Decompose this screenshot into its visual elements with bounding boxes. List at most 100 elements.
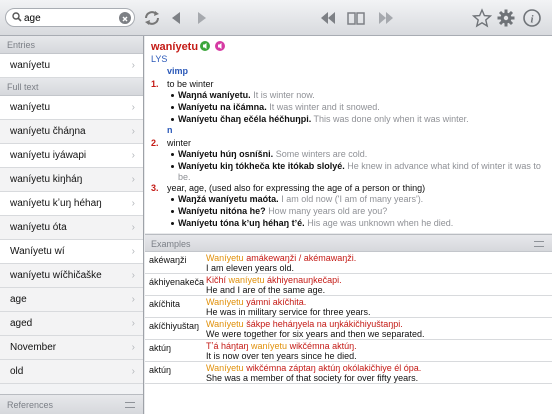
example-headword: akíčhita bbox=[149, 299, 181, 309]
drag-handle-icon[interactable] bbox=[125, 402, 135, 408]
fulltext-item[interactable]: Waníyetu wí › bbox=[0, 240, 143, 264]
chevron-right-icon: › bbox=[131, 102, 135, 113]
fast-forward-icon[interactable] bbox=[376, 8, 396, 28]
example-sentence: Waŋná waníyetu. It is winter now. bbox=[178, 90, 315, 100]
book-icon[interactable] bbox=[346, 8, 366, 28]
example-english: This was done only when it was winter. bbox=[313, 114, 469, 124]
lakota-rest: amákewaŋži / akémawaŋži. bbox=[243, 253, 357, 263]
example-english-line: He was in military service for three yea… bbox=[206, 307, 371, 317]
example-row[interactable]: aktúŋ Waníyetu wikčémna záptaŋ aktúŋ okó… bbox=[145, 362, 552, 384]
star-icon[interactable] bbox=[472, 8, 492, 28]
english-word-item[interactable]: age › bbox=[0, 288, 143, 312]
drag-handle-icon[interactable] bbox=[534, 241, 544, 247]
info-icon[interactable]: i bbox=[522, 8, 542, 28]
highlighted-term: waníyetu bbox=[251, 341, 288, 351]
part-of-speech: vimp bbox=[167, 66, 189, 76]
fulltext-header: Full text bbox=[0, 78, 143, 96]
example-sentence: Waníyetu kiŋ tókheča kte itókab slolyé. … bbox=[178, 161, 541, 171]
example-lakota-line: Tʼá háŋtaŋ waníyetu wikčémna aktúŋ. bbox=[206, 341, 357, 351]
rewind-icon[interactable] bbox=[318, 8, 338, 28]
back-arrow-icon[interactable] bbox=[166, 8, 186, 28]
bullet bbox=[171, 210, 174, 213]
example-headword: ákhiyenakeča bbox=[149, 277, 205, 287]
play-audio-green-icon[interactable] bbox=[200, 41, 210, 51]
chevron-right-icon: › bbox=[131, 318, 135, 329]
sync-icon[interactable] bbox=[142, 8, 162, 28]
example-lakota-line: Kičhí waníyetu ákhiyenauŋkečapi. bbox=[206, 275, 342, 285]
example-lakota-line: Waníyetu šákpe heháŋyela na uŋkákičhiyuš… bbox=[206, 319, 403, 329]
example-row[interactable]: ákhiyenakeča Kičhí waníyetu ákhiyenauŋke… bbox=[145, 274, 552, 296]
example-english: I am old now ('I am of many years'). bbox=[281, 194, 424, 204]
clear-icon bbox=[122, 16, 128, 22]
bullet bbox=[171, 153, 174, 156]
example-english: It is winter now. bbox=[253, 90, 315, 100]
example-sentence: Waníyetu húŋ osníšni. Some winters are c… bbox=[178, 149, 367, 159]
play-audio-pink-icon[interactable] bbox=[215, 41, 225, 51]
fulltext-item-label: Waníyetu wí bbox=[10, 246, 65, 257]
lakota-rest: wikčémna aktúŋ. bbox=[287, 341, 357, 351]
bullet bbox=[171, 165, 174, 168]
clear-search-button[interactable] bbox=[119, 12, 131, 24]
bullet bbox=[171, 118, 174, 121]
fulltext-item[interactable]: waníyetu kiŋháŋ › bbox=[0, 168, 143, 192]
fulltext-item[interactable]: waníyetu iyáwapi › bbox=[0, 144, 143, 168]
lakota-rest: wikčémna záptaŋ aktúŋ okólakičhiye él óp… bbox=[243, 363, 422, 373]
fulltext-item-label: waníyetu bbox=[10, 102, 51, 113]
fulltext-item[interactable]: waníyetu › bbox=[0, 96, 143, 120]
lakota-prefix: Tʼá háŋtaŋ bbox=[206, 341, 252, 351]
example-row[interactable]: aktúŋ Tʼá háŋtaŋ waníyetu wikčémna aktúŋ… bbox=[145, 340, 552, 362]
example-row[interactable]: akíčhita Waníyetu yámni akíčhita. He was… bbox=[145, 296, 552, 318]
fulltext-item[interactable]: waníyetu óta › bbox=[0, 216, 143, 240]
fulltext-item[interactable]: waníyetu čháŋna › bbox=[0, 120, 143, 144]
fulltext-item[interactable]: waníyetu wíčhičaške › bbox=[0, 264, 143, 288]
chevron-right-icon: › bbox=[131, 150, 135, 161]
example-english-line: I am eleven years old. bbox=[206, 263, 295, 273]
sense-number: 3. bbox=[151, 183, 159, 193]
example-row[interactable]: akíčhiyuštaŋ Waníyetu šákpe heháŋyela na… bbox=[145, 318, 552, 340]
example-lakota: Waníyetu na ičámna. bbox=[178, 102, 267, 112]
gear-icon[interactable] bbox=[496, 8, 516, 28]
english-word-item[interactable]: November › bbox=[0, 336, 143, 360]
forward-arrow-icon[interactable] bbox=[192, 8, 212, 28]
example-headword: aktúŋ bbox=[149, 365, 172, 375]
example-sentence: Waníyetu tóna kʼuŋ héhaŋ tʼé. His age wa… bbox=[178, 218, 453, 228]
chevron-right-icon: › bbox=[131, 126, 135, 137]
example-lakota: Waníyetu kiŋ tókheča kte itókab slolyé. bbox=[178, 161, 345, 171]
lakota-rest: yámni akíčhita. bbox=[243, 297, 307, 307]
search-input[interactable] bbox=[24, 11, 119, 25]
example-lakota-line: Waníyetu yámni akíčhita. bbox=[206, 297, 306, 307]
references-bar[interactable]: References bbox=[0, 394, 143, 414]
example-sentence: Waníyetu čhaŋ ečéla héčhuŋpi. This was d… bbox=[178, 114, 469, 124]
lakota-rest: šákpe heháŋyela na uŋkákičhiyuštaŋpi. bbox=[243, 319, 403, 329]
example-english: How many years old are you? bbox=[268, 206, 388, 216]
toolbar: i bbox=[0, 0, 552, 36]
example-english-line: It is now over ten years since he died. bbox=[206, 351, 357, 361]
example-english: He knew in advance what kind of winter i… bbox=[347, 161, 541, 171]
fulltext-item[interactable]: waníyetu kʼuŋ héhaŋ › bbox=[0, 192, 143, 216]
sidebar: Entries waníyetu › Full text waníyetu › wa… bbox=[0, 36, 144, 414]
examples-header-label: Examples bbox=[151, 239, 191, 249]
english-word-item[interactable]: aged › bbox=[0, 312, 143, 336]
example-english-line: He and I are of the same age. bbox=[206, 285, 326, 295]
sense-gloss: year, age, (used also for expressing the… bbox=[167, 183, 426, 193]
english-word-item[interactable]: old › bbox=[0, 360, 143, 384]
example-english-line: She was a member of that society for ove… bbox=[206, 373, 419, 383]
english-word-label: aged bbox=[10, 318, 33, 329]
lakota-rest: ákhiyenauŋkečapi. bbox=[264, 275, 342, 285]
entry-item[interactable]: waníyetu › bbox=[0, 54, 143, 78]
highlighted-term: Waníyetu bbox=[206, 253, 244, 263]
example-lakota: Waníyetu tóna kʼuŋ héhaŋ tʼé. bbox=[178, 218, 305, 228]
example-sentence-continued: be. bbox=[178, 172, 191, 182]
entry-panel: waníyetu LYS vimp 1. to be winter Waŋná … bbox=[145, 36, 552, 233]
example-lakota: Waŋná waníyetu. bbox=[178, 90, 251, 100]
example-english: be. bbox=[178, 172, 191, 182]
references-label: References bbox=[7, 400, 54, 410]
fulltext-item-label: waníyetu čháŋna bbox=[10, 126, 86, 137]
sense-number: 1. bbox=[151, 79, 159, 89]
examples-header[interactable]: Examples bbox=[145, 234, 552, 252]
example-lakota: Waníyetu čhaŋ ečéla héčhuŋpi. bbox=[178, 114, 312, 124]
chevron-right-icon: › bbox=[131, 222, 135, 233]
example-headword: akéwaŋži bbox=[149, 255, 187, 265]
search-field[interactable] bbox=[5, 8, 135, 27]
example-row[interactable]: akéwaŋži Waníyetu amákewaŋži / akémawaŋž… bbox=[145, 252, 552, 274]
